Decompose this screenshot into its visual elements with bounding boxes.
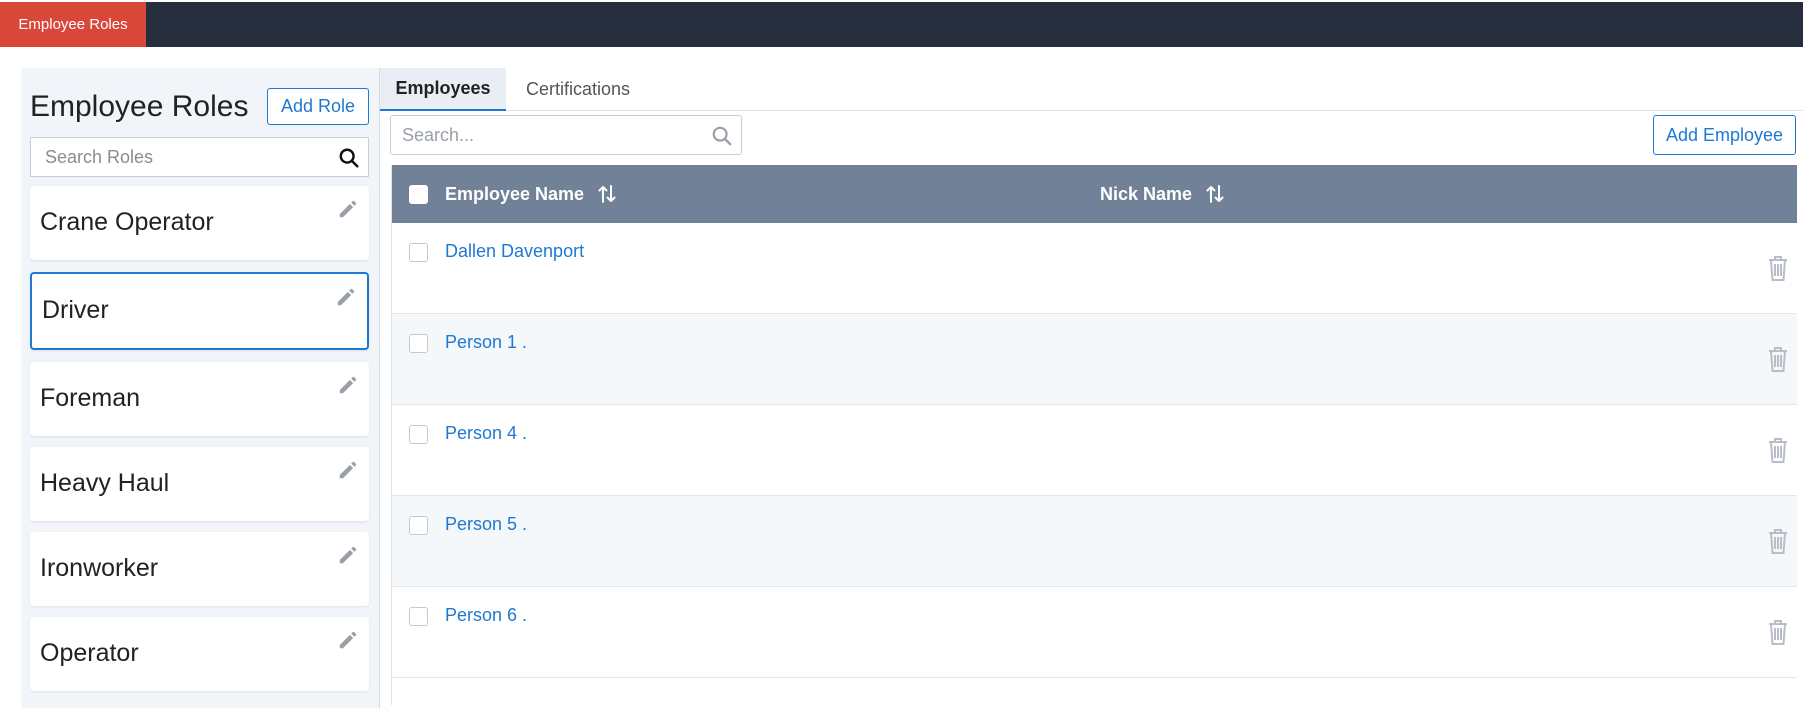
row-checkbox[interactable] (409, 334, 428, 353)
employee-name-link[interactable]: Person 5 . (445, 514, 527, 535)
search-icon[interactable] (338, 147, 360, 169)
pencil-icon[interactable] (337, 544, 359, 566)
row-checkbox[interactable] (409, 425, 428, 444)
employee-name-link[interactable]: Person 4 . (445, 423, 527, 444)
role-label: Operator (40, 639, 139, 667)
column-header-employee-name[interactable]: Employee Name (445, 165, 616, 223)
table-row: Person 4 . (392, 405, 1797, 496)
pencil-icon[interactable] (337, 629, 359, 651)
trash-icon[interactable] (1767, 436, 1789, 464)
role-label: Driver (42, 296, 109, 324)
role-item-foreman[interactable]: Foreman (30, 362, 369, 436)
trash-icon[interactable] (1767, 527, 1789, 555)
employee-search-field (390, 115, 742, 155)
search-roles-input[interactable] (31, 138, 321, 176)
role-label: Foreman (40, 384, 141, 412)
add-employee-button[interactable]: Add Employee (1653, 115, 1796, 155)
table-row: Person 1 . (392, 314, 1797, 405)
role-item-crane-operator[interactable]: Crane Operator (30, 186, 369, 260)
row-checkbox[interactable] (409, 516, 428, 535)
employee-name-link[interactable]: Dallen Davenport (445, 241, 584, 262)
pencil-icon[interactable] (335, 286, 357, 308)
role-label: Heavy Haul (40, 469, 170, 497)
pencil-icon[interactable] (337, 198, 359, 220)
search-roles-field (30, 137, 369, 177)
employee-search-input[interactable] (391, 116, 691, 154)
table-row: Person 5 . (392, 496, 1797, 587)
nav-tab-employee-roles[interactable]: Employee Roles (0, 2, 146, 47)
employee-name-link[interactable]: Person 1 . (445, 332, 527, 353)
table-header: Employee Name Nick Name (392, 165, 1797, 223)
column-header-nick-name[interactable]: Nick Name (1100, 165, 1224, 223)
roles-panel-title: Employee Roles (30, 90, 249, 123)
column-header-label: Nick Name (1100, 183, 1193, 204)
employees-table: Employee Name Nick Name Dallen Davenport… (391, 165, 1797, 705)
panel-divider (379, 68, 380, 708)
role-item-ironworker[interactable]: Ironworker (30, 532, 369, 606)
row-checkbox[interactable] (409, 243, 428, 262)
role-label: Ironworker (40, 554, 159, 582)
sort-icon[interactable] (598, 184, 616, 204)
trash-icon[interactable] (1767, 618, 1789, 646)
trash-icon[interactable] (1767, 254, 1789, 282)
column-header-label: Employee Name (445, 183, 585, 204)
table-row: Person 6 . (392, 587, 1797, 678)
select-all-checkbox[interactable] (409, 185, 428, 204)
tab-certifications[interactable]: Certifications (510, 68, 646, 111)
role-item-driver[interactable]: Driver (30, 272, 369, 350)
add-role-button[interactable]: Add Role (267, 88, 369, 125)
tabs-divider (506, 110, 1803, 111)
trash-icon[interactable] (1767, 345, 1789, 373)
pencil-icon[interactable] (337, 374, 359, 396)
role-item-operator[interactable]: Operator (30, 617, 369, 691)
row-checkbox[interactable] (409, 607, 428, 626)
employee-name-link[interactable]: Person 6 . (445, 605, 527, 626)
tab-employees[interactable]: Employees (380, 68, 506, 111)
search-icon[interactable] (711, 125, 733, 147)
top-navbar: Employee Roles (0, 2, 1803, 47)
pencil-icon[interactable] (337, 459, 359, 481)
role-label: Crane Operator (40, 208, 214, 236)
sort-icon[interactable] (1206, 184, 1224, 204)
table-row: Dallen Davenport (392, 223, 1797, 314)
role-item-heavy-haul[interactable]: Heavy Haul (30, 447, 369, 521)
